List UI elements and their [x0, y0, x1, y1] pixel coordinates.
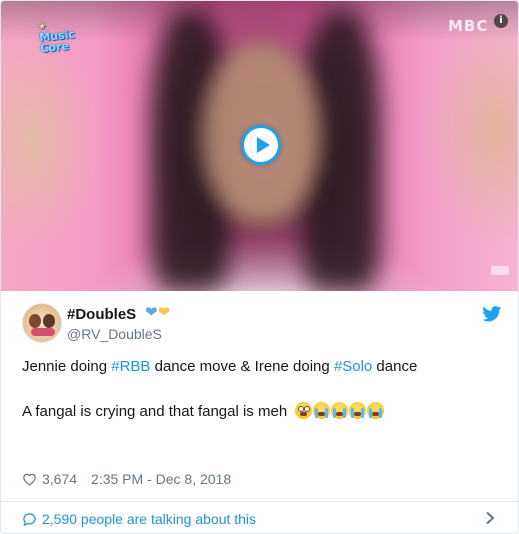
tweet-text-line-2: A fangal is crying and that fangal is me… [22, 402, 385, 420]
hashtag-link[interactable]: #RBB [111, 358, 150, 375]
rolling-eyes-emoji-icon [295, 402, 313, 419]
talking-about-text[interactable]: 2,590 people are talking about this [42, 511, 256, 527]
crying-face-emoji-icon [349, 402, 367, 419]
tweet-text: A fangal is crying and that fangal is me… [22, 403, 288, 420]
info-icon[interactable]: i [494, 14, 508, 28]
blue-heart-icon: ❤ [145, 304, 158, 321]
emoji-mouth [336, 412, 344, 416]
display-name[interactable]: #DoubleS [67, 306, 136, 323]
crying-face-emoji-icon [331, 402, 349, 419]
speech-bubble-icon [23, 512, 36, 526]
play-button[interactable] [241, 125, 281, 165]
avatar-shape [31, 328, 55, 336]
emoji-mouth [372, 412, 380, 416]
crying-face-emoji-icon [313, 402, 331, 419]
chevron-right-icon[interactable] [484, 511, 496, 525]
emoji-group [295, 402, 385, 419]
avatar[interactable] [22, 303, 62, 343]
hashtag-link[interactable]: #Solo [334, 358, 372, 375]
avatar-shape [29, 314, 41, 328]
show-logo: ★ Music Core [38, 16, 87, 56]
tweet-text: dance move & Irene doing [150, 358, 334, 375]
twitter-bird-icon[interactable] [482, 306, 502, 322]
crying-face-emoji-icon [367, 402, 385, 419]
user-handle[interactable]: @RV_DoubleS [67, 326, 162, 342]
tweet-text: dance [372, 358, 418, 375]
tweet-timestamp[interactable]: 2:35 PM - Dec 8, 2018 [91, 471, 231, 487]
video-corner-badge [491, 266, 509, 275]
name-emojis: ❤❤ [145, 304, 170, 322]
like-count[interactable]: 3,674 [42, 471, 77, 487]
emoji-mouth [354, 412, 362, 416]
emoji-mouth [318, 412, 326, 416]
play-icon [257, 137, 270, 153]
show-logo-text: Music Core [38, 27, 76, 56]
like-heart-icon[interactable] [22, 472, 37, 486]
tweet-text: Jennie doing [22, 358, 112, 375]
tweet-text-line-1: Jennie doing #RBB dance move & Irene doi… [22, 358, 417, 375]
tweet-meta: 3,674 2:35 PM - Dec 8, 2018 [22, 471, 231, 487]
emoji-mouth [300, 412, 308, 416]
tweet-card: ★ Music Core MBC i #DoubleS ❤❤ @RV_Doubl… [0, 0, 519, 534]
yellow-heart-icon: ❤ [157, 304, 171, 321]
video-thumbnail[interactable]: ★ Music Core MBC i [1, 1, 518, 291]
divider [1, 501, 518, 502]
broadcaster-logo: MBC [448, 17, 489, 35]
conversation-link[interactable]: 2,590 people are talking about this [22, 511, 256, 527]
avatar-shape [43, 314, 55, 328]
